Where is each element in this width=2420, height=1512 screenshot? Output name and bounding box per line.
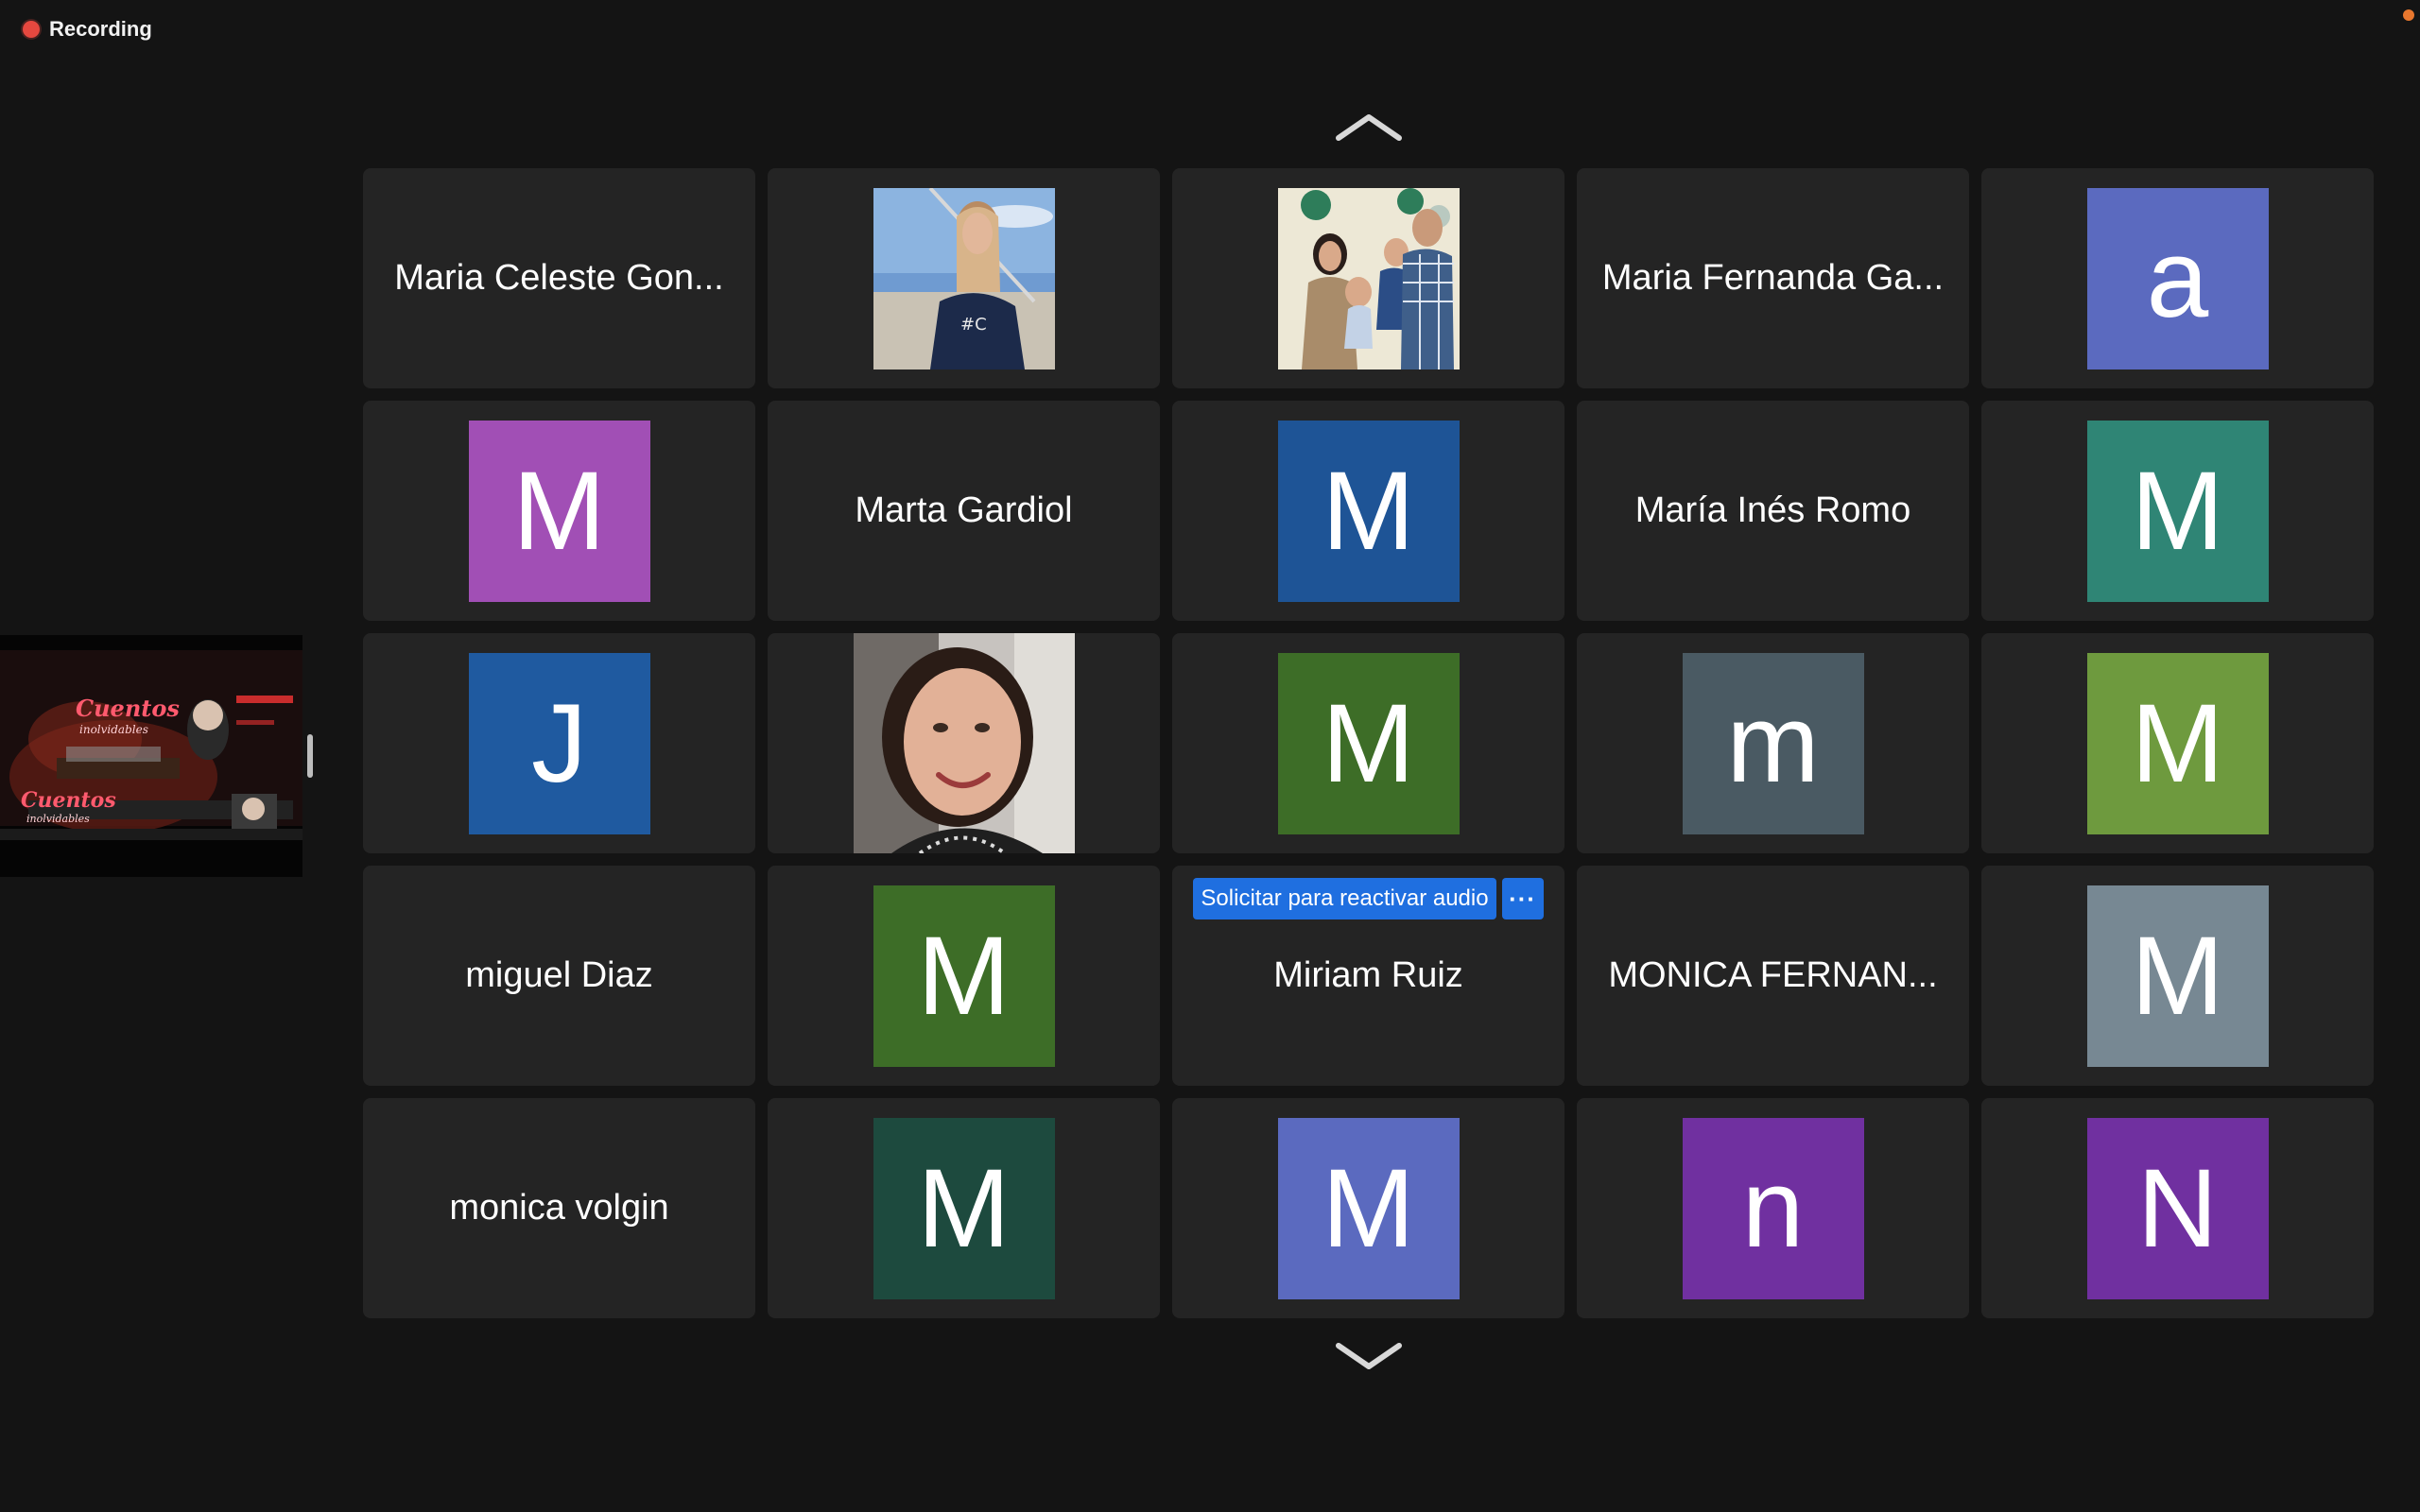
shared-screen-thumbnail[interactable]: Cuentos inolvidables Cuentos inolvidable… bbox=[0, 635, 302, 877]
unmute-request-bar: Solicitar para reactivar audio ··· bbox=[1172, 878, 1564, 919]
avatar: N bbox=[2086, 1117, 2269, 1299]
shared-subtitle-text: inolvidables bbox=[79, 723, 148, 736]
avatar: M bbox=[2086, 885, 2269, 1067]
avatar: M bbox=[873, 885, 1055, 1067]
participant-tile[interactable]: N bbox=[1981, 1098, 2374, 1318]
avatar: M bbox=[1277, 1117, 1460, 1299]
shared-title-text: Cuentos bbox=[76, 695, 180, 722]
participant-tile[interactable]: MONICA FERNAN... bbox=[1577, 866, 1969, 1086]
participant-tile[interactable]: Maria Fernanda Ga... bbox=[1577, 168, 1969, 388]
chevron-down-icon bbox=[1336, 1343, 1402, 1369]
participant-tile[interactable] bbox=[768, 633, 1160, 853]
avatar: M bbox=[1277, 420, 1460, 602]
avatar: M bbox=[2086, 420, 2269, 602]
avatar: m bbox=[1682, 652, 1864, 834]
participant-tile[interactable]: n bbox=[1577, 1098, 1969, 1318]
shared-subtitle-text-2: inolvidables bbox=[26, 813, 90, 825]
avatar: M bbox=[468, 420, 650, 602]
woman-on-boat-photo: #C bbox=[873, 187, 1055, 369]
avatar: M bbox=[2086, 652, 2269, 834]
participant-tile[interactable]: M bbox=[1981, 633, 2374, 853]
participant-name: monica volgin bbox=[449, 1188, 669, 1228]
participant-tile[interactable]: M bbox=[1172, 1098, 1564, 1318]
chevron-up-icon bbox=[1336, 114, 1402, 141]
status-dot-icon bbox=[2403, 9, 2414, 21]
participant-name: miguel Diaz bbox=[465, 955, 653, 995]
participant-tile[interactable]: a bbox=[1981, 168, 2374, 388]
participant-tile[interactable]: #C bbox=[768, 168, 1160, 388]
participant-name: María Inés Romo bbox=[1634, 490, 1911, 530]
participant-tile[interactable]: Marta Gardiol bbox=[768, 401, 1160, 621]
participant-tile[interactable]: Maria Celeste Gon... bbox=[363, 168, 755, 388]
participant-tile[interactable]: M bbox=[1172, 633, 1564, 853]
participant-tile[interactable]: M bbox=[768, 1098, 1160, 1318]
participant-tile[interactable]: M bbox=[768, 866, 1160, 1086]
request-unmute-button[interactable]: Solicitar para reactivar audio bbox=[1193, 878, 1496, 919]
woman-selfie-photo bbox=[853, 633, 1075, 853]
recording-indicator[interactable]: Recording bbox=[23, 17, 152, 42]
participant-name: Marta Gardiol bbox=[855, 490, 1073, 530]
family-photo bbox=[1277, 187, 1460, 369]
resize-handle[interactable] bbox=[307, 734, 313, 778]
recording-dot-icon bbox=[23, 21, 40, 38]
participant-tile[interactable]: J bbox=[363, 633, 755, 853]
avatar: M bbox=[1277, 652, 1460, 834]
svg-text:#C: #C bbox=[960, 315, 987, 335]
participant-tile[interactable]: M bbox=[363, 401, 755, 621]
participant-tile[interactable]: m bbox=[1577, 633, 1969, 853]
participant-tile[interactable]: Miriam Ruiz Solicitar para reactivar audi… bbox=[1172, 866, 1564, 1086]
avatar: J bbox=[468, 652, 650, 834]
participant-name: Maria Fernanda Ga... bbox=[1601, 258, 1945, 298]
shared-title-text-2: Cuentos bbox=[21, 788, 116, 813]
participant-tile[interactable]: María Inés Romo bbox=[1577, 401, 1969, 621]
previous-page-button[interactable] bbox=[1331, 106, 1407, 147]
next-page-button[interactable] bbox=[1331, 1336, 1407, 1378]
avatar: n bbox=[1682, 1117, 1864, 1299]
participant-name: Miriam Ruiz bbox=[1273, 955, 1463, 995]
avatar: M bbox=[873, 1117, 1055, 1299]
avatar: a bbox=[2086, 187, 2269, 369]
shared-screen-image: Cuentos inolvidables Cuentos inolvidable… bbox=[0, 635, 302, 877]
participant-tile[interactable]: miguel Diaz bbox=[363, 866, 755, 1086]
more-options-button[interactable]: ··· bbox=[1501, 878, 1544, 919]
participant-tile[interactable]: M bbox=[1981, 401, 2374, 621]
meeting-window: Recording Maria Celeste Gon... #C Maria … bbox=[0, 0, 2420, 1512]
participant-tile[interactable]: M bbox=[1981, 866, 2374, 1086]
participant-tile[interactable]: monica volgin bbox=[363, 1098, 755, 1318]
participant-gallery: Maria Celeste Gon... #C Maria Fernanda G… bbox=[363, 168, 2374, 1318]
participant-tile[interactable]: M bbox=[1172, 401, 1564, 621]
participant-name: MONICA FERNAN... bbox=[1608, 955, 1938, 995]
participant-tile[interactable] bbox=[1172, 168, 1564, 388]
recording-label: Recording bbox=[49, 17, 152, 41]
participant-name: Maria Celeste Gon... bbox=[394, 258, 724, 298]
